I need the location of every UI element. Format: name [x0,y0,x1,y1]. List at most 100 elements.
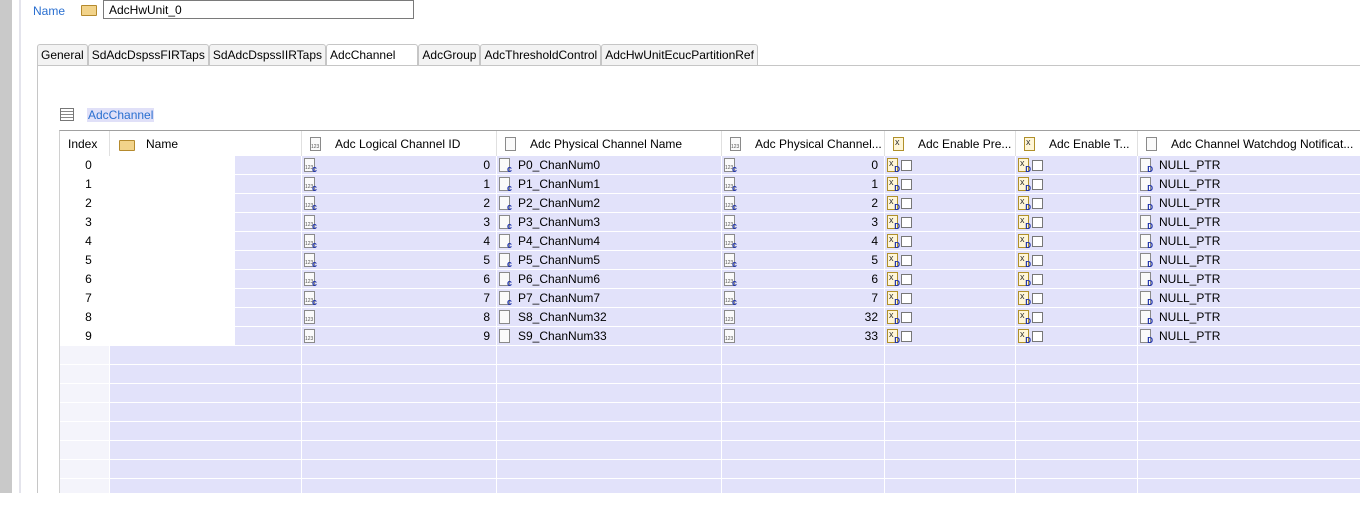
column-header[interactable]: Adc Enable T... [1016,131,1138,156]
enable-t-checkbox[interactable] [1032,292,1043,304]
table-cell[interactable]: P1_ChanNum1 [497,175,722,194]
tab-sdadcdspssfirtaps[interactable]: SdAdcDspssFIRTaps [87,44,209,65]
table-cell[interactable] [1016,327,1138,346]
enable-t-checkbox[interactable] [1032,159,1043,171]
table-cell[interactable]: S9_ChanNum33 [497,327,722,346]
table-cell[interactable]: 6 [60,270,110,289]
table-cell[interactable] [885,175,1016,194]
table-cell[interactable]: 1 [302,175,497,194]
table-cell[interactable]: NULL_PTR [1138,308,1360,327]
table-cell[interactable] [1016,175,1138,194]
tab-sdadcdspssiirtaps[interactable]: SdAdcDspssIIRTaps [208,44,327,65]
table-cell[interactable]: 0 [60,156,110,175]
table-cell[interactable]: NULL_PTR [1138,289,1360,308]
enable-t-checkbox[interactable] [1032,235,1043,247]
enable-pre-checkbox[interactable] [901,159,912,171]
tab-general[interactable]: General [37,44,88,65]
table-cell[interactable] [110,156,302,175]
table-cell[interactable] [110,213,302,232]
enable-t-checkbox[interactable] [1032,197,1043,209]
enable-pre-checkbox[interactable] [901,178,912,190]
table-cell[interactable]: 2 [722,194,885,213]
table-cell[interactable] [885,289,1016,308]
table-cell[interactable]: 9 [60,327,110,346]
table-cell[interactable]: 1 [722,175,885,194]
table-cell[interactable]: P3_ChanNum3 [497,213,722,232]
table-cell[interactable]: P6_ChanNum6 [497,270,722,289]
column-header[interactable]: Index [60,131,110,156]
table-cell[interactable]: P2_ChanNum2 [497,194,722,213]
table-cell[interactable]: NULL_PTR [1138,194,1360,213]
table-cell[interactable]: P5_ChanNum5 [497,251,722,270]
tab-adcchannel[interactable]: AdcChannel [326,44,419,65]
table-cell[interactable]: NULL_PTR [1138,251,1360,270]
table-cell[interactable] [1016,308,1138,327]
enable-t-checkbox[interactable] [1032,254,1043,266]
table-cell[interactable]: P4_ChanNum4 [497,232,722,251]
column-header[interactable]: Adc Physical Channel... [722,131,885,156]
table-cell[interactable]: 33 [722,327,885,346]
column-header[interactable]: Adc Enable Pre... [885,131,1016,156]
table-cell[interactable]: 4 [722,232,885,251]
table-cell[interactable] [885,156,1016,175]
tab-adcgroup[interactable]: AdcGroup [418,44,481,65]
table-cell[interactable] [885,194,1016,213]
table-cell[interactable]: NULL_PTR [1138,175,1360,194]
enable-pre-checkbox[interactable] [901,292,912,304]
table-cell[interactable] [110,232,302,251]
table-cell[interactable] [1016,251,1138,270]
enable-pre-checkbox[interactable] [901,311,912,323]
table-cell[interactable]: 4 [60,232,110,251]
table-cell[interactable]: 8 [302,308,497,327]
table-cell[interactable]: P0_ChanNum0 [497,156,722,175]
table-cell[interactable]: 5 [302,251,497,270]
table-cell[interactable]: 3 [722,213,885,232]
table-cell[interactable] [1016,232,1138,251]
table-cell[interactable]: 6 [722,270,885,289]
enable-pre-checkbox[interactable] [901,235,912,247]
left-scrollbar[interactable] [0,0,12,493]
table-cell[interactable] [110,175,302,194]
enable-pre-checkbox[interactable] [901,330,912,342]
table-cell[interactable] [110,194,302,213]
table-cell[interactable]: 7 [722,289,885,308]
table-cell[interactable] [1016,194,1138,213]
table-cell[interactable] [1016,270,1138,289]
column-header[interactable]: Adc Physical Channel Name [497,131,722,156]
table-cell[interactable] [110,251,302,270]
table-cell[interactable] [885,251,1016,270]
enable-t-checkbox[interactable] [1032,178,1043,190]
table-cell[interactable]: 8 [60,308,110,327]
table-cell[interactable]: 4 [302,232,497,251]
table-cell[interactable] [1016,156,1138,175]
tab-adcthresholdcontrol[interactable]: AdcThresholdControl [480,44,602,65]
table-cell[interactable]: 3 [60,213,110,232]
table-cell[interactable]: 3 [302,213,497,232]
table-cell[interactable]: 9 [302,327,497,346]
table-cell[interactable]: NULL_PTR [1138,270,1360,289]
table-cell[interactable]: S8_ChanNum32 [497,308,722,327]
table-cell[interactable]: NULL_PTR [1138,156,1360,175]
table-cell[interactable]: P7_ChanNum7 [497,289,722,308]
tab-adchwunitecucpartitionref[interactable]: AdcHwUnitEcucPartitionRef [601,44,758,65]
table-cell[interactable]: 1 [60,175,110,194]
table-cell[interactable] [885,270,1016,289]
table-cell[interactable]: NULL_PTR [1138,213,1360,232]
table-cell[interactable] [110,270,302,289]
column-header[interactable]: Name [110,131,302,156]
enable-t-checkbox[interactable] [1032,330,1043,342]
table-cell[interactable]: 32 [722,308,885,327]
table-cell[interactable]: 5 [722,251,885,270]
enable-t-checkbox[interactable] [1032,273,1043,285]
table-cell[interactable] [885,308,1016,327]
table-cell[interactable] [110,327,302,346]
table-cell[interactable]: NULL_PTR [1138,327,1360,346]
table-cell[interactable] [885,232,1016,251]
table-cell[interactable]: NULL_PTR [1138,232,1360,251]
enable-t-checkbox[interactable] [1032,216,1043,228]
table-cell[interactable]: 2 [60,194,110,213]
column-header[interactable]: Adc Channel Watchdog Notificat... [1138,131,1360,156]
table-cell[interactable] [1016,289,1138,308]
table-cell[interactable]: 0 [302,156,497,175]
table-cell[interactable]: 7 [60,289,110,308]
